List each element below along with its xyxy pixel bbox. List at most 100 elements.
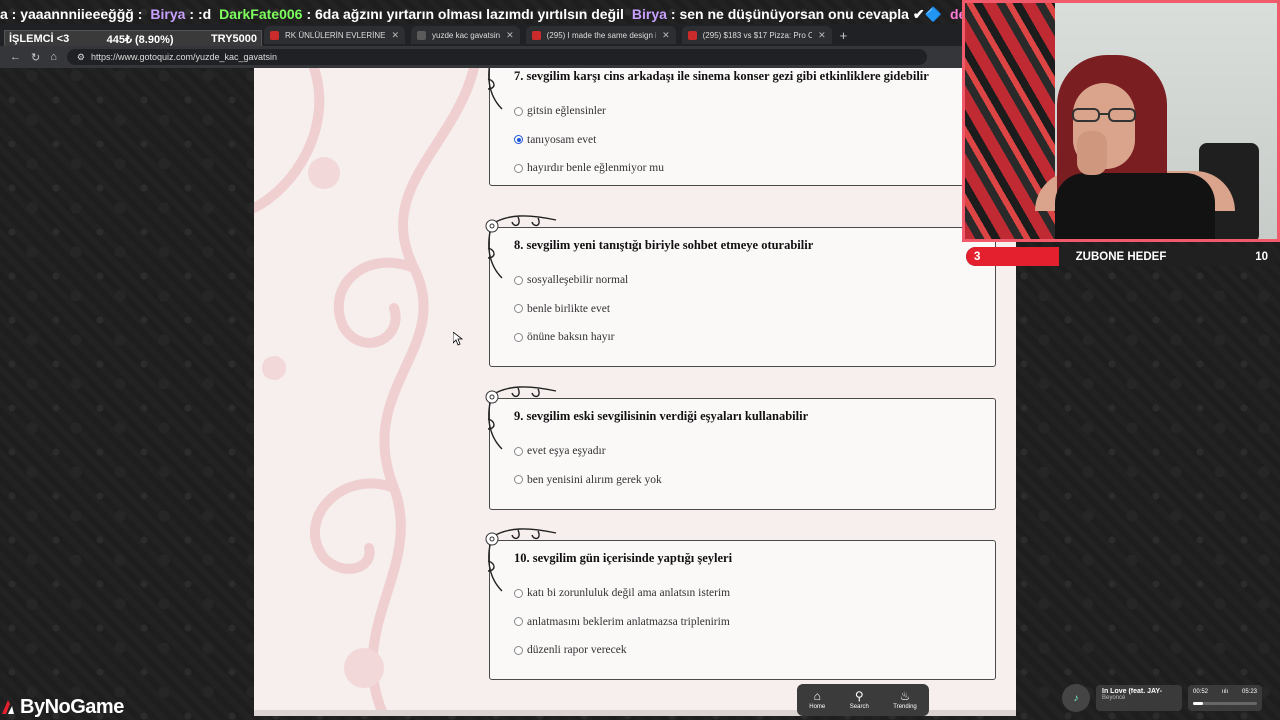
radio-button[interactable] bbox=[514, 332, 523, 342]
flame-icon: ♨ bbox=[899, 689, 911, 703]
radio-button[interactable] bbox=[514, 475, 523, 485]
mobile-nav-trending[interactable]: ♨ Trending bbox=[893, 689, 917, 711]
radio-button[interactable] bbox=[514, 645, 523, 655]
answer-options: gitsin eğlensinler tanıyosam evet hayırdır… bbox=[514, 97, 664, 183]
mobile-nav-home[interactable]: ⌂ Home bbox=[809, 690, 826, 711]
answer-options: sosyalleşebilir normal benle birlikte eve… bbox=[514, 266, 628, 352]
answer-option[interactable]: katı bi zorunluluk değil ama anlatsın is… bbox=[514, 579, 730, 608]
youtube-icon bbox=[531, 30, 541, 40]
answer-option[interactable]: sosyalleşebilir normal bbox=[514, 266, 628, 295]
mobile-nav-label: Search bbox=[849, 704, 869, 710]
answer-option[interactable]: evet eşya eşyadır bbox=[514, 437, 662, 466]
webcam-feed bbox=[962, 0, 1280, 242]
url-text: https://www.gotoquiz.com/yuzde_kac_gavat… bbox=[90, 52, 278, 62]
answer-label: düzenli rapor verecek bbox=[527, 644, 627, 657]
quiz-page: 7. sevgilim karşı cins arkadaşı ile sine… bbox=[254, 68, 1016, 716]
reload-icon[interactable]: ↻ bbox=[31, 51, 40, 64]
answer-options: katı bi zorunluluk değil ama anlatsın is… bbox=[514, 579, 730, 665]
question-title: 8. sevgilim yeni tanıştığı biriyle sohbe… bbox=[514, 238, 814, 252]
answer-label: benle birlikte evet bbox=[527, 302, 611, 315]
song-progress-fill bbox=[1193, 702, 1204, 705]
answer-options: evet eşya eşyadır ben yenisini alırım ger… bbox=[514, 437, 662, 494]
browser-tab[interactable]: (295) I made the same design in ✕ bbox=[525, 26, 676, 44]
search-icon: ⚲ bbox=[854, 689, 864, 703]
radio-button[interactable] bbox=[514, 275, 523, 285]
browser-tab[interactable]: yuzde kac gavatsin ✕ bbox=[411, 26, 520, 44]
radio-button[interactable] bbox=[514, 304, 523, 314]
question-card: 8. sevgilim yeni tanıştığı biriyle sohbe… bbox=[485, 215, 996, 367]
tab-list: RK ÜNLÜLERİN EVLERİNE ✕ yuzde kac gavatsin… bbox=[258, 26, 832, 44]
chat-text: : sen ne düşünüyorsan onu cevapla ✔🔷 bbox=[670, 6, 943, 22]
close-tab-icon[interactable]: ✕ bbox=[391, 30, 399, 41]
answer-option[interactable]: hayırdır benle eğlenmiyor mu bbox=[514, 154, 664, 183]
close-tab-icon[interactable]: ✕ bbox=[506, 30, 514, 41]
donation-goal-progress: 445₺ (8.90%) bbox=[106, 33, 174, 46]
tab-title: RK ÜNLÜLERİN EVLERİNE bbox=[285, 30, 386, 40]
tab-title: (295) $183 vs $17 Pizza: Pro Chef bbox=[702, 30, 813, 40]
donation-goal-label: İŞLEMCİ <3 bbox=[9, 33, 70, 45]
song-total: 05:23 bbox=[1241, 689, 1257, 695]
equalizer-icon: ıılı bbox=[1221, 689, 1229, 695]
question-card: 9. sevgilim eski sevgilisinin verdiği eş… bbox=[485, 386, 996, 510]
chat-message: DarkFate006: 6da ağzını yırtarın olması … bbox=[219, 6, 624, 22]
tab-title: yuzde kac gavatsin bbox=[432, 30, 501, 40]
brand-logo: ByNoGame bbox=[0, 694, 124, 720]
url-field[interactable]: ⚙ https://www.gotoquiz.com/yuzde_kac_gav… bbox=[66, 49, 927, 65]
address-bar: ← ↻ ⌂ ⚙ https://www.gotoquiz.com/yuzde_k… bbox=[0, 46, 962, 68]
question-title: 10. sevgilim gün içerisinde yaptığı şeyl… bbox=[514, 551, 733, 565]
radio-button[interactable] bbox=[514, 163, 523, 173]
browser-tab[interactable]: RK ÜNLÜLERİN EVLERİNE ✕ bbox=[264, 26, 406, 44]
subscriber-goal-target: 10 bbox=[1255, 250, 1268, 263]
answer-option[interactable]: önüne baksın hayır bbox=[514, 323, 628, 352]
answer-label: katı bi zorunluluk değil ama anlatsın is… bbox=[527, 587, 731, 600]
answer-label: anlatmasını beklerim anlatmazsa tripleni… bbox=[527, 615, 730, 628]
mouse-cursor-icon bbox=[453, 332, 463, 346]
chat-message: deroskoff: öyle sa bbox=[950, 6, 962, 22]
answer-label: ben yenisini alırım gerek yok bbox=[527, 473, 662, 486]
decorative-swirl bbox=[254, 68, 479, 716]
answer-option[interactable]: düzenli rapor verecek bbox=[514, 636, 730, 665]
radio-button[interactable] bbox=[514, 106, 523, 116]
chat-text: : :d bbox=[189, 6, 212, 22]
answer-label: tanıyosam evet bbox=[527, 133, 597, 146]
back-icon[interactable]: ← bbox=[10, 51, 21, 63]
answer-option[interactable]: gitsin eğlensinler bbox=[514, 97, 664, 126]
donation-goal-target: TRY5000 bbox=[210, 33, 257, 45]
browser-tab[interactable]: (295) $183 vs $17 Pizza: Pro Chef ✕ bbox=[681, 26, 832, 44]
chat-message: Birya: sen ne düşünüyorsan onu cevapla ✔… bbox=[632, 6, 942, 22]
chat-text: a : yaaannniieeeğğğ : bbox=[0, 6, 143, 22]
close-tab-icon[interactable]: ✕ bbox=[818, 30, 826, 41]
radio-button[interactable] bbox=[514, 135, 523, 145]
song-elapsed: 00:52 bbox=[1193, 689, 1209, 695]
radio-button[interactable] bbox=[514, 588, 523, 598]
radio-button[interactable] bbox=[514, 446, 523, 456]
youtube-icon bbox=[687, 30, 697, 40]
mobile-nav-label: Trending bbox=[893, 704, 917, 710]
song-progress-bar bbox=[1193, 702, 1257, 705]
chat-text: : 6da ağzını yırtarın olması lazımdı yır… bbox=[306, 6, 624, 22]
home-icon[interactable]: ⌂ bbox=[50, 51, 57, 63]
now-playing-widget: ♪ In Love (feat. JAY- Beyoncé 00:52 ıılı… bbox=[1062, 682, 1272, 714]
site-info-icon[interactable]: ⚙ bbox=[77, 52, 85, 63]
close-tab-icon[interactable]: ✕ bbox=[662, 30, 670, 41]
new-tab-button[interactable]: + bbox=[840, 28, 848, 43]
question-card: 10. sevgilim gün içerisinde yaptığı şeyl… bbox=[485, 528, 996, 680]
answer-label: hayırdır benle eğlenmiyor mu bbox=[527, 162, 665, 175]
tab-title: (295) I made the same design in bbox=[546, 30, 657, 40]
answer-label: önüne baksın hayır bbox=[527, 331, 615, 344]
answer-label: sosyalleşebilir normal bbox=[527, 274, 629, 287]
music-disc-icon: ♪ bbox=[1062, 684, 1090, 712]
mobile-nav-label: Home bbox=[809, 704, 826, 710]
question-title: 7. sevgilim karşı cins arkadaşı ile sine… bbox=[514, 69, 929, 83]
chat-message: Birya: :d bbox=[150, 6, 211, 22]
answer-option[interactable]: benle birlikte evet bbox=[514, 295, 628, 324]
answer-option[interactable]: anlatmasını beklerim anlatmazsa tripleni… bbox=[514, 608, 730, 637]
youtube-icon bbox=[270, 30, 279, 40]
song-timer: 00:52 ıılı 05:23 bbox=[1188, 685, 1262, 711]
question-card: 7. sevgilim karşı cins arkadaşı ile sine… bbox=[487, 68, 996, 186]
answer-option[interactable]: ben yenisini alırım gerek yok bbox=[514, 466, 662, 495]
answer-option[interactable]: tanıyosam evet bbox=[514, 126, 664, 155]
mobile-nav: ⌂ Home ⚲ Search ♨ Trending bbox=[797, 684, 929, 716]
radio-button[interactable] bbox=[514, 617, 523, 627]
mobile-nav-search[interactable]: ⚲ Search bbox=[849, 689, 869, 711]
